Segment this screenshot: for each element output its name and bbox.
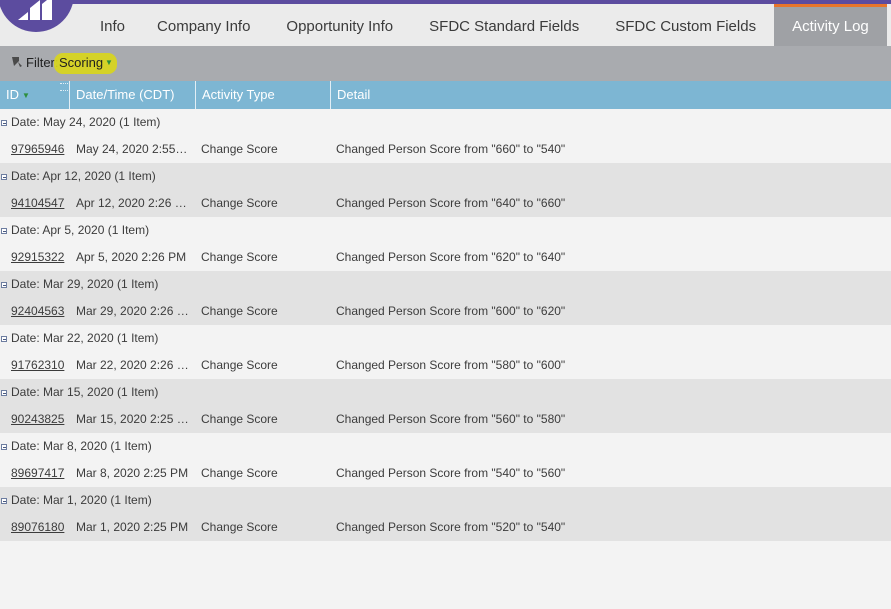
activity-type: Change Score	[201, 196, 278, 210]
collapse-icon[interactable]	[1, 228, 7, 234]
group-label: Date: May 24, 2020 (1 Item)	[11, 115, 161, 129]
filter-bar	[0, 46, 891, 81]
activity-id-link[interactable]: 94104547	[11, 190, 64, 217]
filter-icon[interactable]	[10, 55, 24, 69]
collapse-icon[interactable]	[1, 336, 7, 342]
activity-id-link[interactable]: 92915322	[11, 244, 64, 271]
activity-datetime: Apr 12, 2020 2:26 PM	[76, 196, 190, 210]
activity-datetime: Mar 29, 2020 2:26 PM	[76, 304, 190, 318]
tab-company-info[interactable]: Company Info	[141, 4, 268, 46]
date-group: Date: Apr 12, 2020 (1 Item) 94104547 Apr…	[0, 163, 891, 217]
tab-activity-log[interactable]: Activity Log	[774, 4, 887, 46]
date-group: Date: Mar 8, 2020 (1 Item) 89697417 Mar …	[0, 433, 891, 487]
activity-type: Change Score	[201, 466, 278, 480]
column-header-id[interactable]: ID ▼	[0, 81, 69, 109]
activity-id-link[interactable]: 91762310	[11, 352, 64, 379]
group-label: Date: Mar 1, 2020 (1 Item)	[11, 493, 152, 507]
activity-type: Change Score	[201, 142, 278, 156]
activity-detail: Changed Person Score from "600" to "620"	[336, 304, 566, 318]
activity-detail: Changed Person Score from "540" to "560"	[336, 466, 566, 480]
date-group: Date: Mar 1, 2020 (1 Item) 89076180 Mar …	[0, 487, 891, 541]
activity-datetime: Mar 1, 2020 2:25 PM	[76, 520, 189, 534]
tab-info[interactable]: Info	[80, 4, 141, 46]
column-header-activity-type[interactable]: Activity Type	[195, 81, 330, 109]
activity-detail: Changed Person Score from "660" to "540"	[336, 142, 566, 156]
activity-datetime: May 24, 2020 2:55 PM	[76, 142, 190, 156]
marketo-logo[interactable]	[0, 0, 74, 32]
activity-detail: Changed Person Score from "560" to "580"	[336, 412, 566, 426]
date-group: Date: May 24, 2020 (1 Item) 97965946 May…	[0, 109, 891, 163]
sort-down-icon: ▼	[22, 90, 30, 100]
collapse-icon[interactable]	[1, 444, 7, 450]
activity-id-link[interactable]: 97965946	[11, 136, 64, 163]
activity-type: Change Score	[201, 358, 278, 372]
collapse-icon[interactable]	[1, 174, 7, 180]
date-group: Date: Mar 15, 2020 (1 Item) 90243825 Mar…	[0, 379, 891, 433]
column-header-datetime[interactable]: Date/Time (CDT)	[69, 81, 195, 109]
collapse-icon[interactable]	[1, 498, 7, 504]
group-label: Date: Mar 22, 2020 (1 Item)	[11, 331, 159, 345]
collapse-icon[interactable]	[1, 390, 7, 396]
column-header-id-label: ID	[6, 87, 19, 102]
collapse-icon[interactable]	[1, 282, 7, 288]
chevron-down-icon[interactable]: ▼	[105, 58, 113, 67]
activity-id-link[interactable]: 90243825	[11, 406, 64, 433]
activity-datetime: Mar 15, 2020 2:25 PM	[76, 412, 190, 426]
top-navigation-bar: Info Company Info Opportunity Info SFDC …	[0, 0, 891, 46]
collapse-icon[interactable]	[1, 120, 7, 126]
tab-bar: Info Company Info Opportunity Info SFDC …	[80, 4, 887, 46]
activity-datetime: Mar 22, 2020 2:26 PM	[76, 358, 190, 372]
group-label: Date: Apr 12, 2020 (1 Item)	[11, 169, 156, 183]
column-resize-handle-icon[interactable]	[60, 83, 68, 91]
activity-type: Change Score	[201, 520, 278, 534]
group-label: Date: Mar 8, 2020 (1 Item)	[11, 439, 152, 453]
activity-type: Change Score	[201, 304, 278, 318]
activity-datetime: Apr 5, 2020 2:26 PM	[76, 250, 187, 264]
activity-detail: Changed Person Score from "520" to "540"	[336, 520, 566, 534]
activity-type: Change Score	[201, 250, 278, 264]
tab-sfdc-custom-fields[interactable]: SFDC Custom Fields	[597, 4, 774, 46]
group-label: Date: Mar 29, 2020 (1 Item)	[11, 277, 159, 291]
activity-detail: Changed Person Score from "580" to "600"	[336, 358, 566, 372]
activity-id-link[interactable]: 89076180	[11, 514, 64, 541]
activity-detail: Changed Person Score from "640" to "660"	[336, 196, 566, 210]
activity-table-body: Date: May 24, 2020 (1 Item) 97965946 May…	[0, 109, 891, 541]
tab-opportunity-info[interactable]: Opportunity Info	[268, 4, 411, 46]
group-label: Date: Apr 5, 2020 (1 Item)	[11, 223, 150, 237]
date-group: Date: Mar 22, 2020 (1 Item) 91762310 Mar…	[0, 325, 891, 379]
date-group: Date: Apr 5, 2020 (1 Item) 92915322 Apr …	[0, 217, 891, 271]
activity-id-link[interactable]: 89697417	[11, 460, 64, 487]
date-group: Date: Mar 29, 2020 (1 Item) 92404563 Mar…	[0, 271, 891, 325]
column-header-detail[interactable]: Detail	[330, 81, 891, 109]
filter-dropdown[interactable]: Scoring	[59, 55, 103, 70]
activity-id-link[interactable]: 92404563	[11, 298, 64, 325]
table-header: ID ▼ Date/Time (CDT) Activity Type Detail	[0, 81, 891, 109]
tab-sfdc-standard-fields[interactable]: SFDC Standard Fields	[411, 4, 597, 46]
activity-datetime: Mar 8, 2020 2:25 PM	[76, 466, 189, 480]
activity-detail: Changed Person Score from "620" to "640"	[336, 250, 566, 264]
group-label: Date: Mar 15, 2020 (1 Item)	[11, 385, 159, 399]
logo-icon	[18, 0, 52, 20]
activity-type: Change Score	[201, 412, 278, 426]
